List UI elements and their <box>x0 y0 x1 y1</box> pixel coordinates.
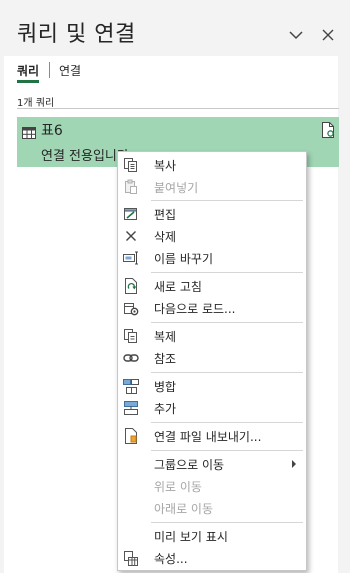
menu-separator <box>151 450 303 451</box>
queries-connections-pane: 쿼리 및 연결 쿼리 연결 1개 쿼리 표6 연결 전용입니다. 복사 붙여넣기… <box>0 0 350 573</box>
menu-item-properties[interactable]: 속성... <box>118 547 306 569</box>
menu-item-reference[interactable]: 참조 <box>118 347 306 369</box>
menu-separator <box>151 272 303 273</box>
chevron-down-icon <box>287 26 305 44</box>
query-name: 표6 <box>41 123 63 139</box>
merge-icon <box>122 377 140 395</box>
menu-item-label: 참조 <box>154 352 177 366</box>
menu-item-label: 다음으로 로드... <box>154 302 236 316</box>
table-icon <box>22 124 36 139</box>
menu-item-edit[interactable]: 편집 <box>118 203 306 225</box>
paste-icon <box>122 178 140 196</box>
menu-item-move-down[interactable]: 아래로 이동 <box>118 497 306 519</box>
menu-item-show-peek[interactable]: 미리 보기 표시 <box>118 525 306 547</box>
menu-item-load-to[interactable]: 다음으로 로드... <box>118 297 306 319</box>
menu-item-label: 위로 이동 <box>154 480 202 494</box>
tab-queries[interactable]: 쿼리 <box>17 62 39 79</box>
copy-icon <box>122 156 140 174</box>
query-count: 1개 쿼리 <box>17 98 55 109</box>
menu-separator <box>151 522 303 523</box>
menu-separator <box>151 322 303 323</box>
pane-options-button[interactable] <box>287 26 305 44</box>
menu-separator <box>151 372 303 373</box>
menu-item-rename[interactable]: 이름 바꾸기 <box>118 247 306 269</box>
menu-item-label: 이름 바꾸기 <box>154 252 214 266</box>
reference-icon <box>122 349 140 367</box>
active-tab-indicator <box>17 80 39 83</box>
tab-divider <box>49 62 50 78</box>
menu-item-refresh[interactable]: 새로 고침 <box>118 275 306 297</box>
refresh-icon <box>122 277 140 295</box>
delete-icon <box>122 227 140 245</box>
menu-item-label: 아래로 이동 <box>154 502 214 516</box>
menu-item-export-connection[interactable]: 연결 파일 내보내기... <box>118 425 306 447</box>
divider <box>17 108 339 109</box>
menu-item-label: 미리 보기 표시 <box>154 530 228 544</box>
menu-item-label: 연결 파일 내보내기... <box>154 430 262 444</box>
menu-item-label: 복사 <box>154 159 177 173</box>
append-icon <box>122 399 140 417</box>
query-context-menu: 복사 붙여넣기 편집 삭제 이름 바꾸기 새로 고침 다음으로 로드... 복제… <box>117 151 307 571</box>
menu-item-label: 그룹으로 이동 <box>154 458 225 472</box>
tab-connections[interactable]: 연결 <box>59 62 81 79</box>
connection-file-icon[interactable] <box>321 122 335 138</box>
menu-item-delete[interactable]: 삭제 <box>118 225 306 247</box>
pane-title: 쿼리 및 연결 <box>17 22 136 47</box>
menu-item-move-up[interactable]: 위로 이동 <box>118 475 306 497</box>
menu-item-label: 붙여넣기 <box>154 181 199 195</box>
menu-separator <box>151 200 303 201</box>
menu-item-label: 삭제 <box>154 230 177 244</box>
menu-item-duplicate[interactable]: 복제 <box>118 325 306 347</box>
properties-icon <box>122 549 140 567</box>
menu-item-label: 속성... <box>154 552 188 566</box>
close-pane-button[interactable] <box>319 26 337 44</box>
edit-icon <box>122 205 140 223</box>
menu-item-copy[interactable]: 복사 <box>118 154 306 176</box>
close-icon <box>319 26 337 44</box>
duplicate-icon <box>122 327 140 345</box>
menu-item-paste[interactable]: 붙여넣기 <box>118 176 306 198</box>
load-to-icon <box>122 299 140 317</box>
submenu-arrow-icon <box>292 460 296 468</box>
menu-item-label: 복제 <box>154 330 177 344</box>
menu-item-label: 새로 고침 <box>154 280 202 294</box>
menu-separator <box>151 422 303 423</box>
menu-item-label: 병합 <box>154 380 177 394</box>
menu-item-label: 편집 <box>154 208 177 222</box>
menu-item-move-to-group[interactable]: 그룹으로 이동 <box>118 453 306 475</box>
rename-icon <box>122 249 140 267</box>
menu-item-append[interactable]: 추가 <box>118 397 306 419</box>
menu-item-merge[interactable]: 병합 <box>118 375 306 397</box>
menu-item-label: 추가 <box>154 402 177 416</box>
export-connection-icon <box>122 427 140 445</box>
